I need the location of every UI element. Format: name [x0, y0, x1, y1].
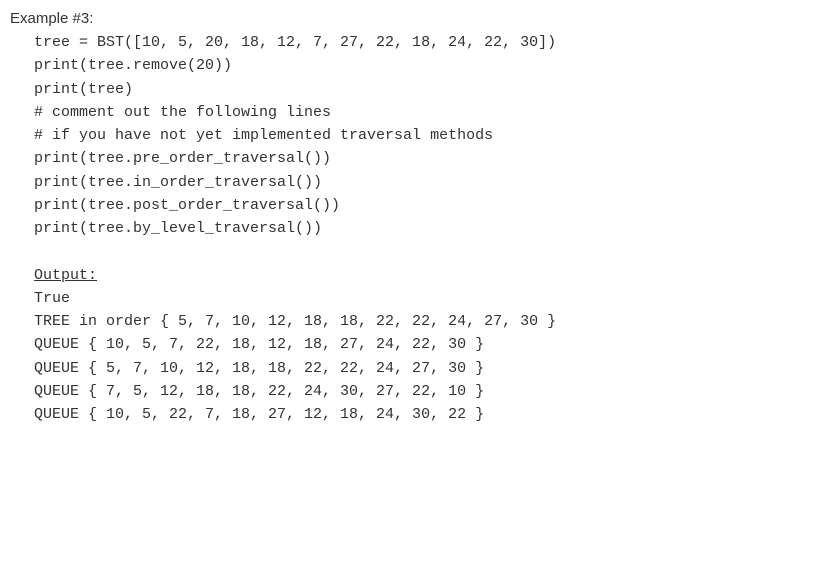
output-line-5: QUEUE { 7, 5, 12, 18, 18, 22, 24, 30, 27…: [10, 380, 826, 403]
output-line-3: QUEUE { 10, 5, 7, 22, 18, 12, 18, 27, 24…: [10, 333, 826, 356]
output-header: Output:: [10, 264, 826, 287]
code-line-9: print(tree.by_level_traversal()): [10, 217, 826, 240]
output-line-6: QUEUE { 10, 5, 22, 7, 18, 27, 12, 18, 24…: [10, 403, 826, 426]
code-line-6: print(tree.pre_order_traversal()): [10, 147, 826, 170]
code-line-8: print(tree.post_order_traversal()): [10, 194, 826, 217]
code-line-2: print(tree.remove(20)): [10, 54, 826, 77]
code-line-3: print(tree): [10, 78, 826, 101]
example-title: Example #3:: [10, 8, 826, 31]
output-line-2: TREE in order { 5, 7, 10, 12, 18, 18, 22…: [10, 310, 826, 333]
output-line-1: True: [10, 287, 826, 310]
blank-line: [10, 240, 826, 263]
code-line-5: # if you have not yet implemented traver…: [10, 124, 826, 147]
code-line-1: tree = BST([10, 5, 20, 18, 12, 7, 27, 22…: [10, 31, 826, 54]
code-line-4: # comment out the following lines: [10, 101, 826, 124]
code-line-7: print(tree.in_order_traversal()): [10, 171, 826, 194]
output-line-4: QUEUE { 5, 7, 10, 12, 18, 18, 22, 22, 24…: [10, 357, 826, 380]
